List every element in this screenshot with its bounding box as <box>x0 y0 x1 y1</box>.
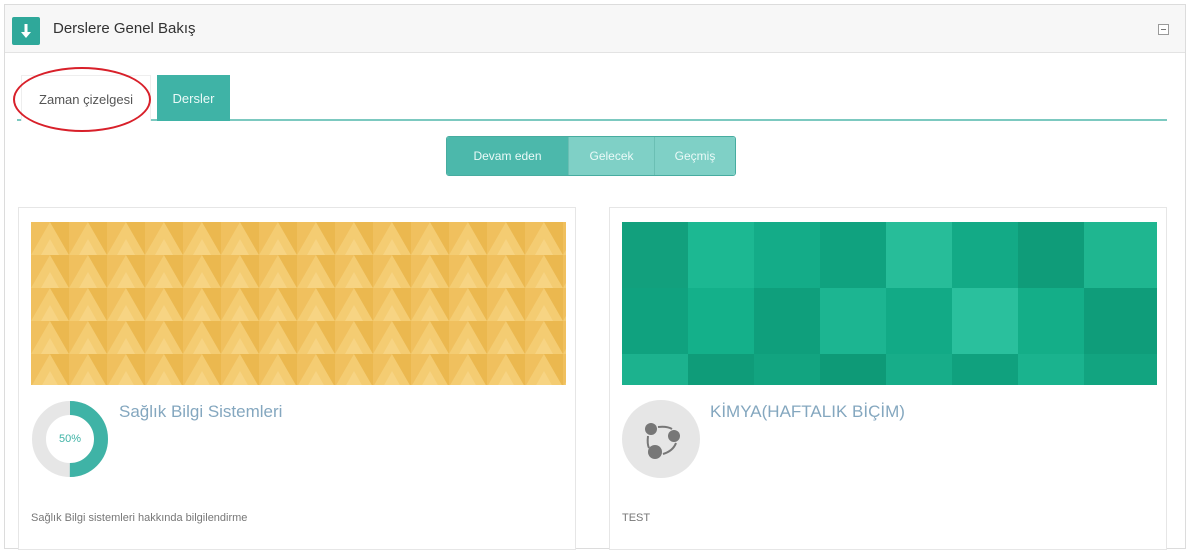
filter-past-button[interactable]: Geçmiş <box>655 137 735 175</box>
filter-in-progress-button[interactable]: Devam eden <box>447 137 569 175</box>
course-card[interactable]: KİMYA(HAFTALIK BİÇİM) TEST <box>609 207 1167 550</box>
tab-courses[interactable]: Dersler <box>157 75 230 121</box>
collapse-icon[interactable] <box>1158 24 1169 35</box>
download-icon[interactable] <box>12 17 40 45</box>
tab-timeline[interactable]: Zaman çizelgesi <box>21 75 151 121</box>
course-description: Sağlık Bilgi sistemleri hakkında bilgile… <box>31 512 248 524</box>
course-title-link[interactable]: Sağlık Bilgi Sistemleri <box>119 402 282 422</box>
tab-bar: Zaman çizelgesi Dersler <box>17 75 1167 121</box>
filter-future-button[interactable]: Gelecek <box>569 137 655 175</box>
block-header: Derslere Genel Bakış <box>5 5 1185 53</box>
progress-label: 50% <box>58 433 82 445</box>
course-filter-group: Devam eden Gelecek Geçmiş <box>446 136 736 176</box>
course-description: TEST <box>622 512 651 524</box>
course-card[interactable]: 50% Sağlık Bilgi Sistemleri Sağlık Bilgi… <box>18 207 576 550</box>
course-share-icon <box>622 400 700 478</box>
block-title: Derslere Genel Bakış <box>53 20 196 37</box>
course-image[interactable] <box>31 222 566 385</box>
course-title-link[interactable]: KİMYA(HAFTALIK BİÇİM) <box>710 402 905 422</box>
course-image[interactable] <box>622 222 1157 385</box>
